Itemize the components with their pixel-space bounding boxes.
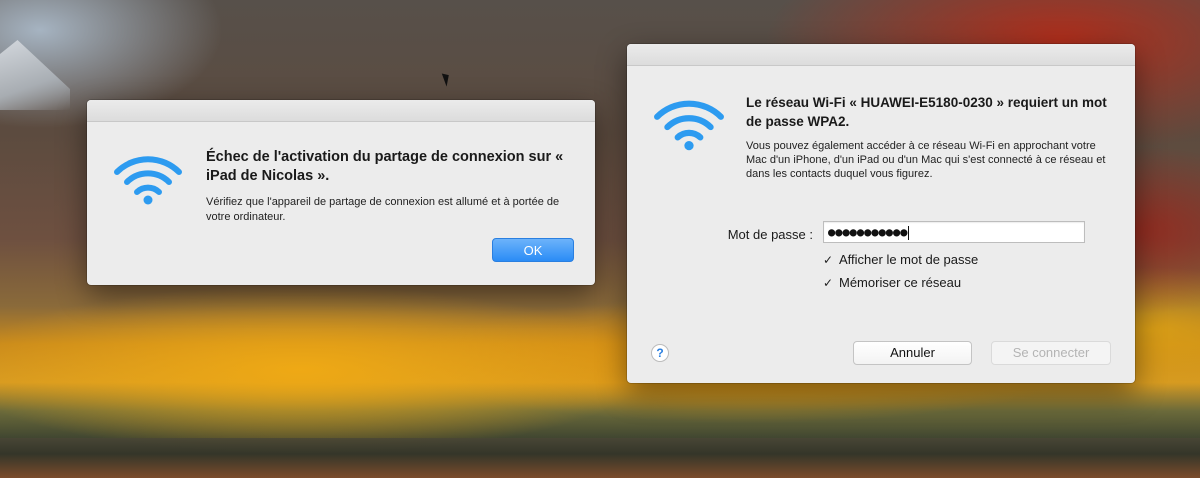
- ok-button[interactable]: OK: [492, 238, 574, 262]
- wifi-icon: [114, 156, 182, 205]
- show-password-checkbox[interactable]: ✓ Afficher le mot de passe: [823, 252, 978, 267]
- wifi-password-dialog: Le réseau Wi-Fi « HUAWEI-E5180-0230 » re…: [627, 44, 1135, 383]
- remember-network-checkbox[interactable]: ✓ Mémoriser ce réseau: [823, 275, 961, 290]
- dialog-titlebar[interactable]: [627, 44, 1135, 66]
- checkmark-icon: ✓: [823, 275, 834, 290]
- wallpaper-lake: [0, 438, 1200, 478]
- hotspot-error-dialog: Échec de l'activation du partage de conn…: [87, 100, 595, 285]
- dialog-message: Vérifiez que l'appareil de partage de co…: [206, 196, 560, 223]
- text-caret: [908, 225, 910, 240]
- dialog-message: Vous pouvez également accéder à ce résea…: [746, 140, 1106, 180]
- checkmark-icon: ✓: [823, 252, 834, 267]
- remember-network-label: Mémoriser ce réseau: [839, 275, 962, 290]
- password-field[interactable]: ●●●●●●●●●●●: [823, 221, 1085, 243]
- show-password-label: Afficher le mot de passe: [839, 252, 979, 267]
- password-value: ●●●●●●●●●●●: [828, 225, 908, 239]
- help-button[interactable]: ?: [651, 344, 669, 362]
- dialog-headline: Échec de l'activation du partage de conn…: [206, 149, 564, 184]
- connect-button[interactable]: Se connecter: [991, 341, 1111, 365]
- cancel-button[interactable]: Annuler: [853, 341, 972, 365]
- password-label: Mot de passe :: [727, 227, 813, 242]
- dialog-titlebar[interactable]: [87, 100, 595, 122]
- dialog-headline: Le réseau Wi-Fi « HUAWEI-E5180-0230 » re…: [746, 95, 1107, 129]
- wifi-icon: [654, 100, 724, 151]
